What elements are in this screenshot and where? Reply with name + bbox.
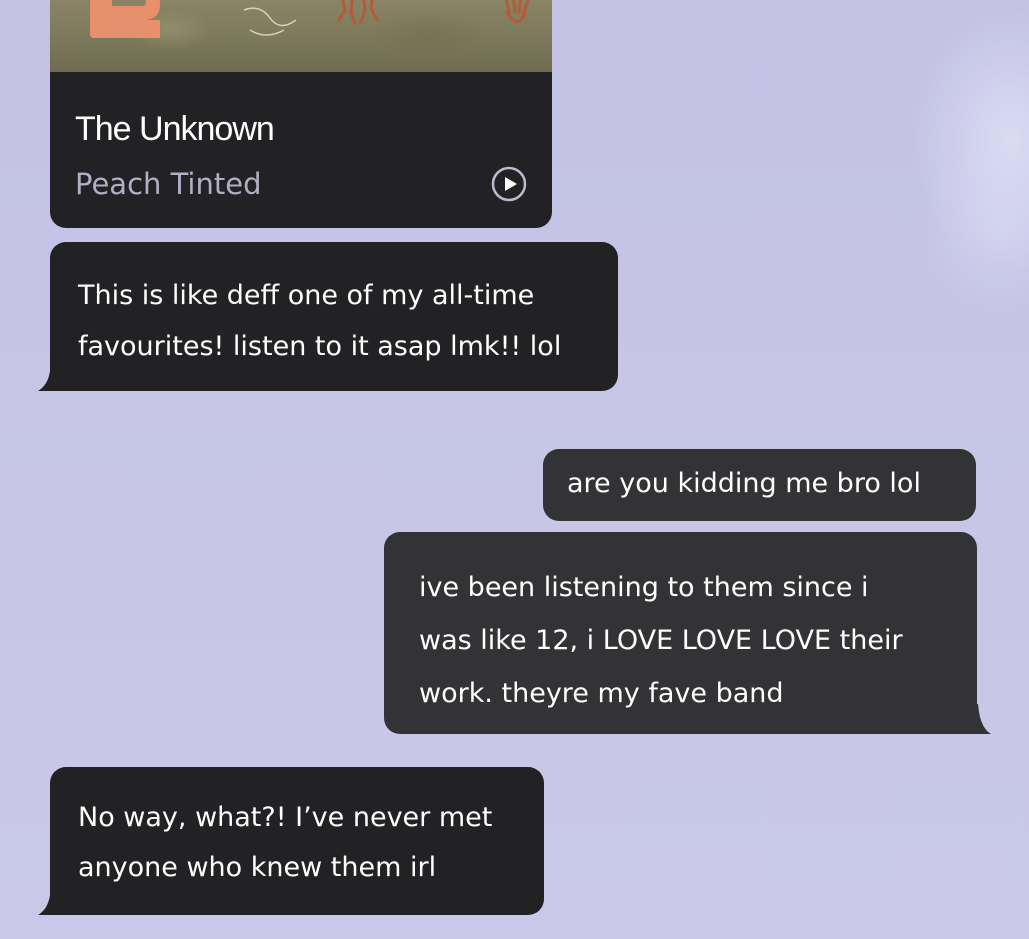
bubble-tail [38,885,66,915]
album-card[interactable]: The Unknown Peach Tinted [50,0,552,228]
album-art-letter-shape [90,0,160,38]
message-bubble-received[interactable]: No way, what?! I’ve never met anyone who… [50,767,544,915]
message-text: No way, what?! I’ve never met anyone who… [78,802,493,883]
message-bubble-sent[interactable]: are you kidding me bro lol [543,449,976,521]
bubble-tail [38,361,66,391]
album-art-scribble [243,7,297,36]
message-text: This is like deff one of my all-time fav… [78,280,562,362]
album-title: The Unknown [75,110,275,148]
message-text: are you kidding me bro lol [567,468,921,499]
play-circle-icon[interactable] [491,166,527,202]
message-text: ive been listening to them since i was l… [419,572,903,709]
album-artist: Peach Tinted [75,167,262,201]
album-art [50,0,552,72]
bubble-tail [962,704,991,734]
album-art-hand [504,0,530,23]
message-bubble-sent[interactable]: ive been listening to them since i was l… [384,532,977,734]
album-art-figure [337,0,379,26]
message-bubble-received[interactable]: This is like deff one of my all-time fav… [50,242,618,391]
